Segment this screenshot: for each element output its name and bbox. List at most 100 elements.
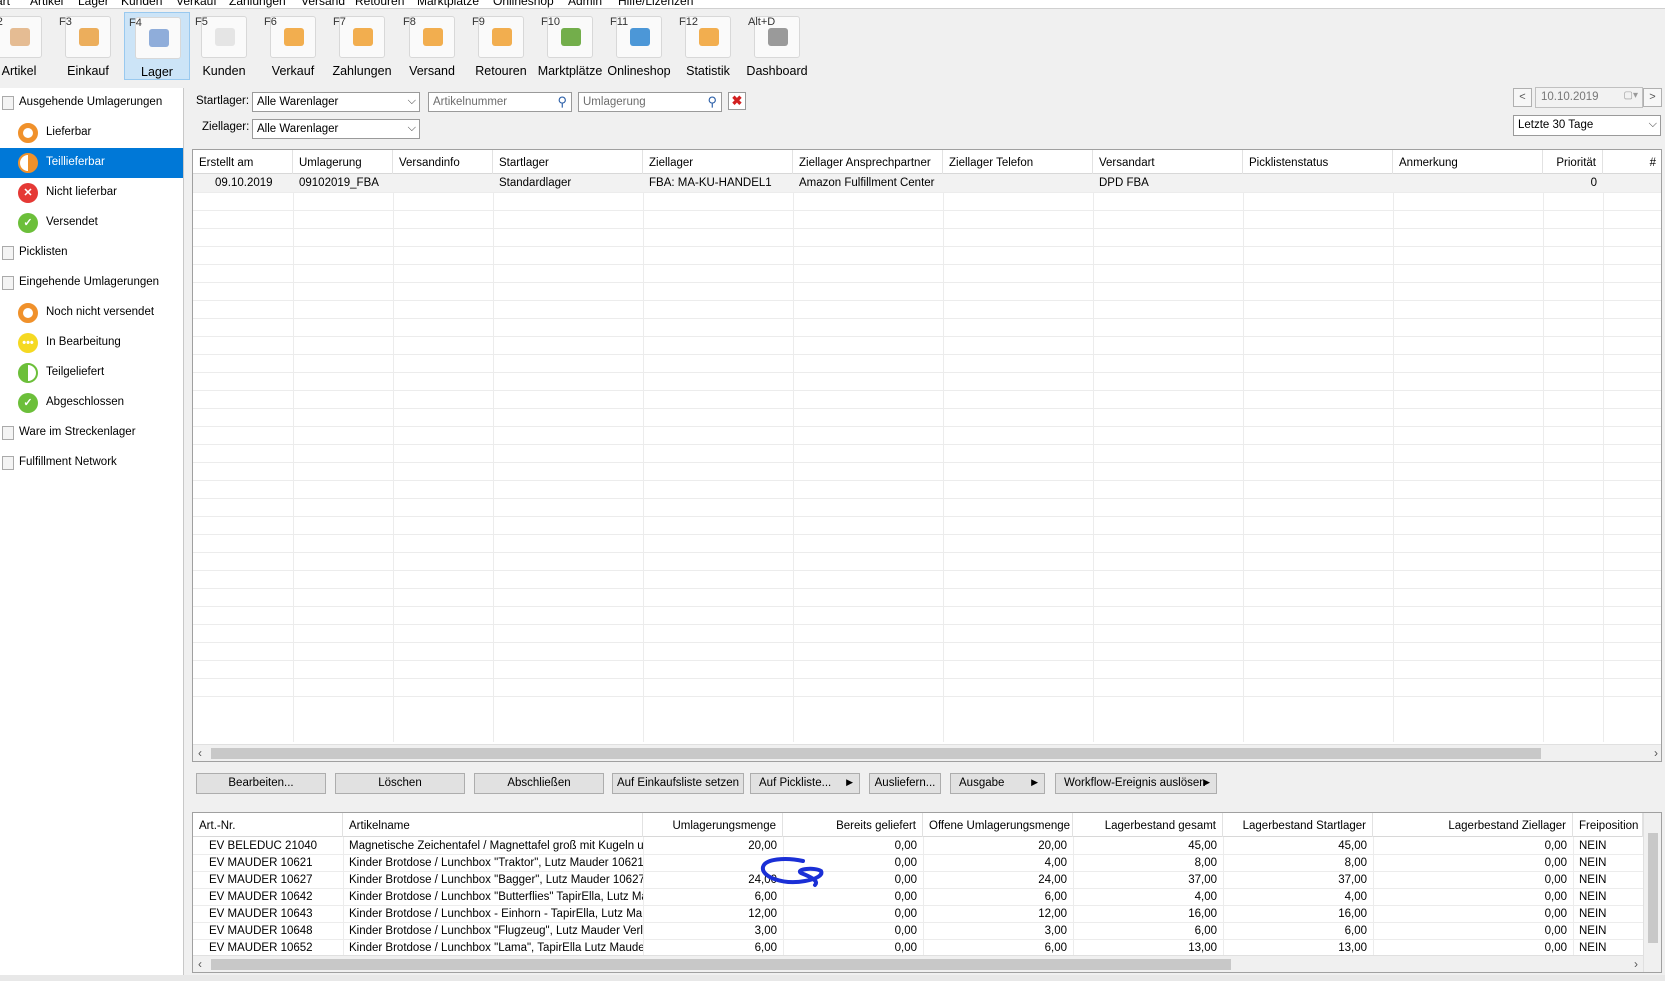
top_table-column-header[interactable]: Erstellt am xyxy=(193,150,293,174)
sidebar-item-picklisten[interactable]: Picklisten xyxy=(0,238,183,268)
action-button-löschen[interactable]: Löschen xyxy=(335,773,465,794)
prev-date-button[interactable]: < xyxy=(1513,88,1532,107)
top_table-column-header[interactable]: Ziellager xyxy=(643,150,793,174)
menu-item[interactable]: Verkauf xyxy=(176,0,217,8)
menu-item[interactable]: Onlineshop xyxy=(493,0,554,8)
submenu-arrow-icon: ▶ xyxy=(1031,777,1038,787)
sidebar-item-lieferbar[interactable]: Lieferbar xyxy=(0,118,183,148)
sidebar-item-versendet[interactable]: ✓ Versendet xyxy=(0,208,183,238)
top_table-column-header[interactable]: Anmerkung xyxy=(1393,150,1543,174)
ribbon-verkauf-button[interactable]: F6 Verkauf xyxy=(260,12,326,80)
bottom_table-column-header[interactable]: Bereits geliefert xyxy=(783,813,923,837)
table-row[interactable]: EV MAUDER 10648 Kinder Brotdose / Lunchbo… xyxy=(193,922,1661,939)
green-check-icon: ✓ xyxy=(18,393,38,413)
sidebar-item-eingehende-umlagerungen[interactable]: Eingehende Umlagerungen xyxy=(0,268,183,298)
table-row[interactable]: EV BELEDUC 21040 Magnetische Zeichentafel… xyxy=(193,837,1661,854)
action-button-bearbeiten-[interactable]: Bearbeiten... xyxy=(196,773,326,794)
sidebar-item-abgeschlossen[interactable]: ✓ Abgeschlossen xyxy=(0,388,183,418)
top_table-column-header[interactable]: Ziellager Ansprechpartner xyxy=(793,150,943,174)
action-button-workflow-ereignis-auslösen[interactable]: Workflow-Ereignis auslösen ▶ xyxy=(1055,773,1217,794)
startlager-select[interactable]: Alle Warenlager ⌵ xyxy=(252,92,420,112)
scroll-left-icon[interactable]: ‹ xyxy=(198,746,202,760)
top_table-column-header[interactable]: Versandinfo xyxy=(393,150,493,174)
next-date-button[interactable]: > xyxy=(1643,88,1662,107)
bottom_table-column-header[interactable]: Artikelname xyxy=(343,813,643,837)
ribbon-onlineshop-button[interactable]: F11 Onlineshop xyxy=(606,12,672,80)
menu-item[interactable]: Zahlungen xyxy=(229,0,286,8)
scroll-left-icon[interactable]: ‹ xyxy=(198,957,202,971)
scroll-right-icon[interactable]: › xyxy=(1654,746,1658,760)
scroll-right-icon[interactable]: › xyxy=(1634,957,1638,971)
ribbon-kunden-button[interactable]: F5 Kunden xyxy=(191,12,257,80)
ribbon-zahlungen-button[interactable]: F7 Zahlungen xyxy=(329,12,395,80)
ribbon-artikel-button[interactable]: F2 Artikel xyxy=(0,12,52,80)
table-row[interactable]: 09.10.2019 09102019_FBA Standardlager FBA: … xyxy=(193,174,1661,192)
sidebar-item-teillieferbar[interactable]: Teillieferbar xyxy=(0,148,183,178)
sidebar-item-nicht-lieferbar[interactable]: ✕ Nicht lieferbar xyxy=(0,178,183,208)
grid-line xyxy=(193,444,1661,445)
action-button-auf-einkaufsliste-setzen[interactable]: Auf Einkaufsliste setzen xyxy=(612,773,744,794)
bottom_table-column-header[interactable]: Lagerbestand Ziellager xyxy=(1373,813,1573,837)
menu-item[interactable]: Retouren xyxy=(355,0,404,8)
top_table-column-header[interactable]: Startlager xyxy=(493,150,643,174)
top_table-column-header[interactable]: Ziellager Telefon xyxy=(943,150,1093,174)
ribbon-versand-button[interactable]: F8 Versand xyxy=(399,12,465,80)
menu-item[interactable]: Artikel xyxy=(30,0,63,8)
top_table-column-header[interactable]: Versandart xyxy=(1093,150,1243,174)
ribbon-dashboard-button[interactable]: Alt+D Dashboard xyxy=(744,12,810,80)
ribbon-einkauf-button[interactable]: F3 Einkauf xyxy=(55,12,121,80)
table-row[interactable]: EV MAUDER 10627 Kinder Brotdose / Lunchbo… xyxy=(193,871,1661,888)
bottom-grid-scrollbar[interactable]: ‹ › xyxy=(193,955,1643,972)
bottom_table-column-header[interactable]: Freiposition xyxy=(1573,813,1643,837)
umlagerung-input[interactable]: Umlagerung ⚲ xyxy=(578,92,722,112)
action-button-ausgabe[interactable]: Ausgabe ▶ xyxy=(950,773,1045,794)
table-row[interactable]: EV MAUDER 10642 Kinder Brotdose / Lunchbo… xyxy=(193,888,1661,905)
table-row[interactable]: EV MAUDER 10643 Kinder Brotdose / Lunchbo… xyxy=(193,905,1661,922)
period-select[interactable]: Letzte 30 Tage ⌵ xyxy=(1513,115,1661,136)
search-icon[interactable]: ⚲ xyxy=(557,94,567,110)
ribbon-statistik-button[interactable]: F12 Statistik xyxy=(675,12,741,80)
menu-item[interactable]: Lager xyxy=(78,0,109,8)
clear-filter-icon[interactable]: ✖ xyxy=(728,92,746,110)
menu-item[interactable]: Kunden xyxy=(121,0,162,8)
menu-item[interactable]: art xyxy=(0,0,10,8)
ribbon-retouren-button[interactable]: F9 Retouren xyxy=(468,12,534,80)
scrollbar-thumb[interactable] xyxy=(211,748,1541,759)
table-row[interactable]: EV MAUDER 10621 Kinder Brotdose / Lunchbo… xyxy=(193,854,1661,871)
top_table-column-header[interactable]: Umlagerung xyxy=(293,150,393,174)
action-button-ausliefern-[interactable]: Ausliefern... xyxy=(869,773,941,794)
top_table-column-header[interactable]: Priorität xyxy=(1543,150,1603,174)
bottom_table-column-header[interactable]: Umlagerungsmenge xyxy=(643,813,783,837)
scrollbar-thumb[interactable] xyxy=(1648,833,1658,943)
table-row[interactable]: EV MAUDER 10652 Kinder Brotdose / Lunchbo… xyxy=(193,939,1661,956)
calendar-icon[interactable]: ▢▾ xyxy=(1624,90,1638,101)
bottom-grid-vscrollbar[interactable] xyxy=(1643,813,1661,972)
table-cell: 13,00 xyxy=(1338,942,1367,954)
sidebar-item-noch-nicht-versendet[interactable]: Noch nicht versendet xyxy=(0,298,183,328)
search-icon[interactable]: ⚲ xyxy=(707,94,717,110)
scrollbar-thumb[interactable] xyxy=(211,959,1231,970)
top_table-column-header[interactable]: # xyxy=(1603,150,1661,174)
sidebar-item-fulfillment-network[interactable]: Fulfillment Network xyxy=(0,448,183,478)
ziellager-select[interactable]: Alle Warenlager ⌵ xyxy=(252,119,420,139)
menu-item[interactable]: Hilfe/Lizenzen xyxy=(618,0,693,8)
date-picker[interactable]: 10.10.2019 ▢▾ xyxy=(1535,87,1643,108)
menu-item[interactable]: Versand xyxy=(301,0,345,8)
bottom_table-column-header[interactable]: Lagerbestand gesamt xyxy=(1073,813,1223,837)
menu-item[interactable]: Marktplätze xyxy=(417,0,479,8)
sidebar-item-teilgeliefert[interactable]: Teilgeliefert xyxy=(0,358,183,388)
action-button-abschließen[interactable]: Abschließen xyxy=(474,773,604,794)
top_table-column-header[interactable]: Picklistenstatus xyxy=(1243,150,1393,174)
artikelnummer-input[interactable]: Artikelnummer ⚲ xyxy=(428,92,572,112)
bottom_table-column-header[interactable]: Offene Umlagerungsmenge xyxy=(923,813,1073,837)
top-grid-scrollbar[interactable]: ‹ › xyxy=(193,744,1661,761)
bottom_table-column-header[interactable]: Art.-Nr. xyxy=(193,813,343,837)
ribbon-marktplätze-button[interactable]: F10 Marktplätze xyxy=(537,12,603,80)
sidebar-item-ausgehende-umlagerungen[interactable]: Ausgehende Umlagerungen xyxy=(0,88,183,118)
action-button-auf-pickliste-[interactable]: Auf Pickliste... ▶ xyxy=(750,773,860,794)
menu-item[interactable]: Admin xyxy=(568,0,602,8)
sidebar-item-in-bearbeitung[interactable]: ••• In Bearbeitung xyxy=(0,328,183,358)
bottom_table-column-header[interactable]: Lagerbestand Startlager xyxy=(1223,813,1373,837)
ribbon-lager-button[interactable]: F4 Lager xyxy=(124,12,190,80)
sidebar-item-ware-im-streckenlager[interactable]: Ware im Streckenlager xyxy=(0,418,183,448)
